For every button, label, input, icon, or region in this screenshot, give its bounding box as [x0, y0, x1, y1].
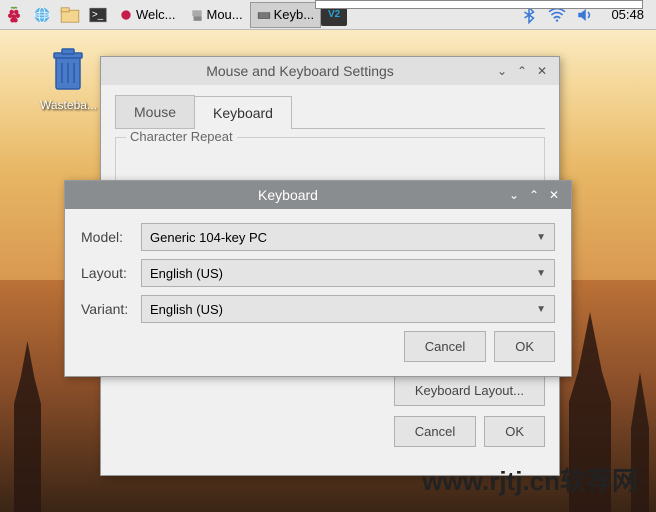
layout-value: English (US) — [150, 266, 223, 281]
chevron-down-icon: ▼ — [536, 268, 546, 279]
maximize-icon[interactable]: ⌃ — [525, 186, 543, 204]
taskbar-top-outline — [315, 0, 643, 9]
model-value: Generic 104-key PC — [150, 230, 267, 245]
wastebasket-label: Wasteba... — [40, 98, 97, 112]
minimize-icon[interactable]: ⌄ — [505, 186, 523, 204]
taskbar-item-keyboard[interactable]: Keyb... — [250, 2, 321, 28]
titlebar[interactable]: Keyboard ⌄ ⌃ ✕ — [65, 181, 571, 209]
chevron-down-icon: ▼ — [536, 304, 546, 315]
taskbar-item-welcome[interactable]: Welc... — [112, 2, 183, 28]
layout-combobox[interactable]: English (US) ▼ — [141, 259, 555, 287]
wastebasket-icon[interactable]: Wasteba... — [40, 45, 97, 112]
taskbar-item-label: Welc... — [136, 7, 176, 22]
web-browser-icon[interactable] — [28, 1, 56, 29]
variant-label: Variant: — [81, 301, 141, 317]
titlebar[interactable]: Mouse and Keyboard Settings ⌄ ⌃ ✕ — [101, 57, 559, 85]
minimize-icon[interactable]: ⌄ — [493, 62, 511, 80]
taskbar: >_ Welc... Mou... Keyb... V2 05:48 — [0, 0, 656, 30]
taskbar-item-label: Keyb... — [274, 7, 314, 22]
maximize-icon[interactable]: ⌃ — [513, 62, 531, 80]
svg-text:>_: >_ — [92, 9, 104, 20]
tab-mouse[interactable]: Mouse — [115, 95, 195, 128]
taskbar-item-mouse[interactable]: Mou... — [183, 2, 250, 28]
clock[interactable]: 05:48 — [599, 7, 656, 22]
taskbar-item-label: Mou... — [207, 7, 243, 22]
close-icon[interactable]: ✕ — [533, 62, 551, 80]
file-manager-icon[interactable] — [56, 1, 84, 29]
ok-button[interactable]: OK — [484, 416, 545, 447]
keyboard-dialog: Keyboard ⌄ ⌃ ✕ Model: Generic 104-key PC… — [64, 180, 572, 377]
window-title: Mouse and Keyboard Settings — [109, 63, 491, 79]
keyboard-layout-button[interactable]: Keyboard Layout... — [394, 375, 545, 406]
fieldset-legend: Character Repeat — [126, 129, 237, 144]
variant-value: English (US) — [150, 302, 223, 317]
chevron-down-icon: ▼ — [536, 232, 546, 243]
close-icon[interactable]: ✕ — [545, 186, 563, 204]
tab-keyboard[interactable]: Keyboard — [194, 96, 292, 129]
layout-label: Layout: — [81, 265, 141, 281]
variant-combobox[interactable]: English (US) ▼ — [141, 295, 555, 323]
model-label: Model: — [81, 229, 141, 245]
raspberry-menu-icon[interactable] — [0, 1, 28, 29]
ok-button[interactable]: OK — [494, 331, 555, 362]
cancel-button[interactable]: Cancel — [404, 331, 486, 362]
terminal-icon[interactable]: >_ — [84, 1, 112, 29]
cancel-button[interactable]: Cancel — [394, 416, 476, 447]
watermark-text: www.rjtj.cn软荐网 — [422, 461, 638, 498]
model-combobox[interactable]: Generic 104-key PC ▼ — [141, 223, 555, 251]
window-title: Keyboard — [73, 187, 503, 203]
tabs: Mouse Keyboard — [115, 95, 545, 129]
